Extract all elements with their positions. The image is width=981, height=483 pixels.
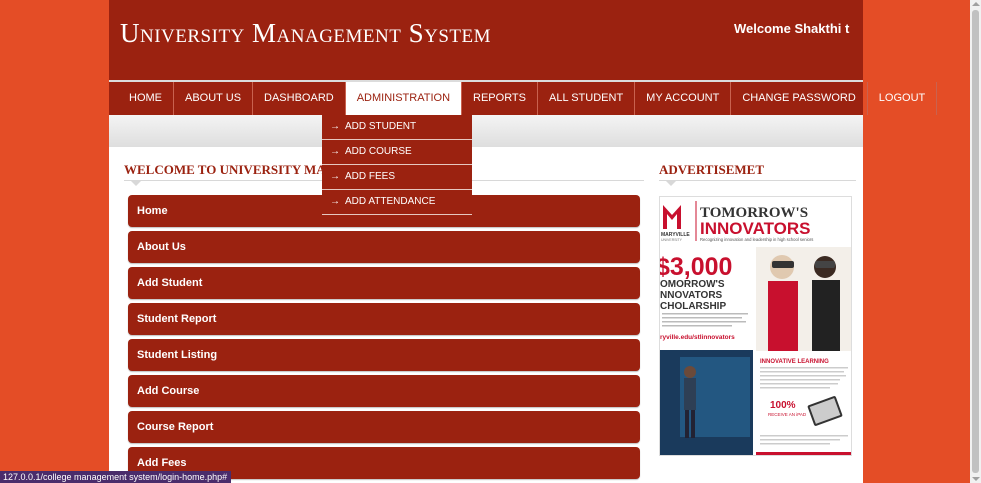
menu-student-listing-button[interactable]: Student Listing <box>128 339 640 371</box>
ad-tagline: Recognizing innovation and leadership in… <box>700 237 813 242</box>
ad-title-divider <box>659 180 856 181</box>
menu-student-report-button[interactable]: Student Report <box>128 303 640 335</box>
advertisement-title: ADVERTISEMET <box>659 162 765 177</box>
arrow-right-icon: → <box>330 171 340 182</box>
nav-all-student[interactable]: ALL STUDENT <box>538 82 636 115</box>
ad-section-title: INNOVATIVE LEARNING <box>760 359 829 365</box>
ad-headline-2: INNOVATORS <box>700 219 811 238</box>
main-nav: HOME ABOUT US DASHBOARD ADMINISTRATION R… <box>109 80 938 115</box>
dropdown-add-student[interactable]: → ADD STUDENT <box>322 115 472 140</box>
scroll-thumb[interactable] <box>972 10 979 473</box>
welcome-message: Welcome Shakthi t <box>734 21 850 36</box>
menu-add-student-button[interactable]: Add Student <box>128 267 640 299</box>
quick-menu: Home About Us Add Student Student Report… <box>128 195 640 483</box>
nav-my-account[interactable]: MY ACCOUNT <box>635 82 732 115</box>
main-section-title: WELCOME TO UNIVERSITY MANAGEMENT SYSTEM <box>124 162 322 177</box>
dropdown-item-label: ADD STUDENT <box>345 121 417 132</box>
arrow-right-icon: → <box>330 196 340 207</box>
vertical-scrollbar[interactable] <box>970 0 981 483</box>
dropdown-add-course[interactable]: → ADD COURSE <box>322 140 472 165</box>
nav-administration[interactable]: ADMINISTRATION <box>345 82 463 115</box>
menu-about-us-button[interactable]: About Us <box>128 231 640 263</box>
status-bar-url: 127.0.0.1/college management system/logi… <box>0 471 232 483</box>
scroll-down-arrow-icon[interactable] <box>972 477 980 481</box>
dropdown-add-attendance[interactable]: → ADD ATTENDANCE <box>322 190 472 215</box>
ad-scholarship-line-2: NNOVATORS <box>660 290 723 301</box>
nav-dashboard[interactable]: DASHBOARD <box>253 82 346 115</box>
nav-reports[interactable]: REPORTS <box>462 82 538 115</box>
dropdown-item-label: ADD COURSE <box>345 146 412 157</box>
ad-url: ryville.edu/stlinnovators <box>660 334 735 341</box>
scroll-up-arrow-icon[interactable] <box>972 2 980 6</box>
page-container: University Management System Welcome Sha… <box>109 0 938 483</box>
dropdown-item-label: ADD ATTENDANCE <box>345 196 436 207</box>
arrow-right-icon: → <box>330 121 340 132</box>
advertisement-banner[interactable]: MARYVILLE UNIVERSITY TOMORROW'S INNOVATO… <box>659 196 852 456</box>
sub-banner <box>109 115 863 147</box>
ad-promo-percent: 100% <box>770 400 796 411</box>
menu-add-course-button[interactable]: Add Course <box>128 375 640 407</box>
ad-title-notch <box>666 181 676 186</box>
site-header: University Management System Welcome Sha… <box>109 0 863 80</box>
nav-home[interactable]: HOME <box>118 82 174 115</box>
site-title: University Management System <box>120 18 492 48</box>
ad-scholarship-line-1: OMORROW'S <box>660 279 725 290</box>
nav-change-password[interactable]: CHANGE PASSWORD <box>731 82 868 115</box>
main-title-notch <box>131 181 141 186</box>
ad-image: MARYVILLE UNIVERSITY TOMORROW'S INNOVATO… <box>660 197 851 455</box>
nav-logout[interactable]: LOGOUT <box>868 82 938 115</box>
ad-promo-label: RECEIVE AN iPAD <box>768 412 807 417</box>
dropdown-item-label: ADD FEES <box>345 171 396 182</box>
administration-dropdown: → ADD STUDENT → ADD COURSE → ADD FEES → ADD … <box>322 115 472 215</box>
menu-course-report-button[interactable]: Course Report <box>128 411 640 443</box>
ad-brand-sub: UNIVERSITY <box>661 238 683 242</box>
nav-about-us[interactable]: ABOUT US <box>174 82 254 115</box>
ad-amount: $3,000 <box>660 253 732 281</box>
arrow-right-icon: → <box>330 146 340 157</box>
dropdown-add-fees[interactable]: → ADD FEES <box>322 165 472 190</box>
ad-scholarship-line-3: CHOLARSHIP <box>660 301 726 312</box>
